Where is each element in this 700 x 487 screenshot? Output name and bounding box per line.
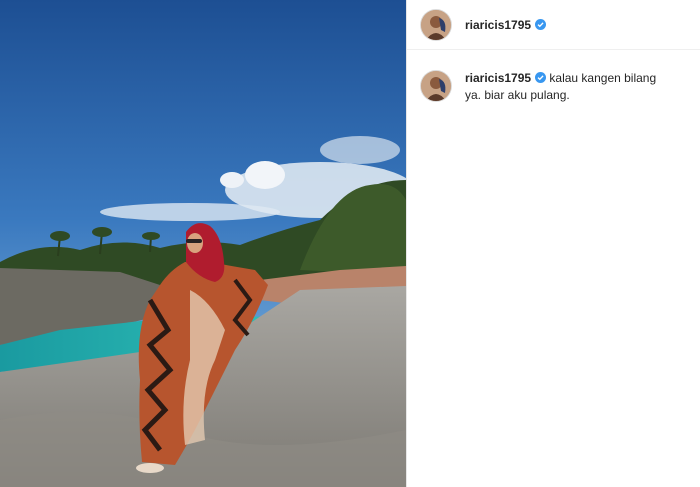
caption-body: riaricis1795 kalau kangen bilang ya. bia… — [465, 70, 675, 104]
post-header: riaricis1795 — [407, 0, 700, 50]
caption-avatar[interactable] — [421, 71, 451, 101]
author-avatar[interactable] — [421, 9, 451, 40]
instagram-post: riaricis1795 riaricis1795 kalau kangen b… — [0, 0, 700, 487]
verified-badge-icon — [535, 72, 547, 83]
profile-avatar-icon — [421, 71, 451, 101]
author-username[interactable]: riaricis1795 — [465, 18, 531, 32]
caption-comment: riaricis1795 kalau kangen bilang ya. bia… — [407, 50, 700, 104]
post-sidebar: riaricis1795 riaricis1795 kalau kangen b… — [406, 0, 700, 487]
caption-username[interactable]: riaricis1795 — [465, 71, 531, 85]
post-image[interactable] — [0, 0, 406, 487]
profile-avatar-icon — [421, 9, 451, 40]
verified-badge-icon — [535, 19, 547, 30]
beach-photo — [0, 0, 406, 487]
